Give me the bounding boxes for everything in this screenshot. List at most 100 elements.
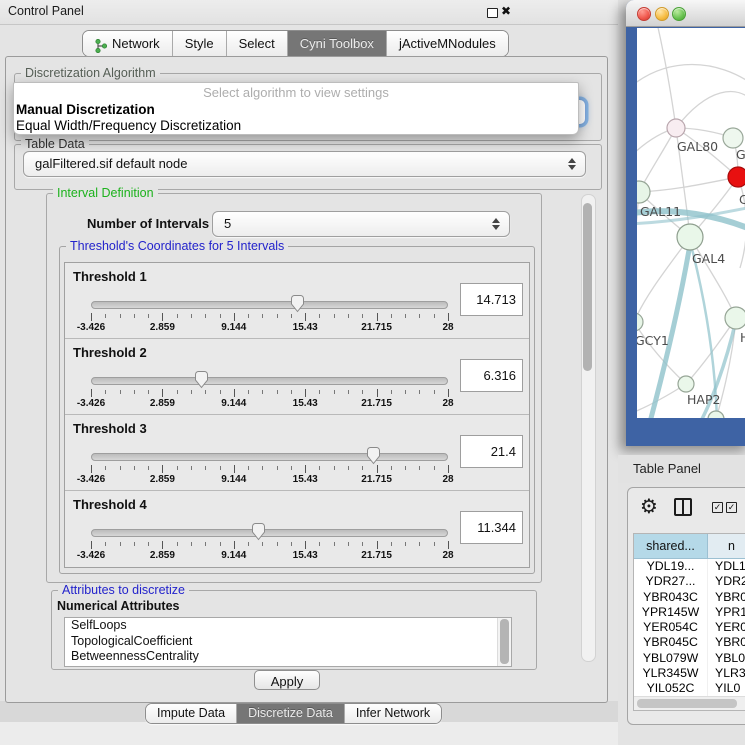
slider-track[interactable] [91,453,448,461]
table-row[interactable]: YER054CYER0 [634,620,745,635]
settings-scrollbar[interactable] [581,194,596,662]
apply-button[interactable]: Apply [254,670,320,690]
numerical-attributes-list[interactable]: SelfLoopsTopologicalCoefficientBetweenne… [64,617,512,667]
scrollbar-thumb[interactable] [500,619,509,664]
gear-icon[interactable]: ⚙ [640,494,658,519]
close-traffic-light[interactable] [637,7,651,21]
network-node-label: GAL4 [692,251,725,266]
list-item[interactable]: SelfLoops [65,618,511,634]
scrollbar-thumb[interactable] [637,699,737,708]
table-row[interactable]: YIL052CYIL0 [634,681,745,696]
cell-shared-name[interactable]: YBL079W [634,651,708,666]
tab-style[interactable]: Style [172,31,226,56]
threshold-label: Threshold 2 [73,345,147,360]
scrollbar-thumb[interactable] [583,203,592,371]
list-item[interactable]: TopologicalCoefficient [65,634,511,650]
table-row[interactable]: YLR345WYLR3 [634,666,745,681]
tab-network[interactable]: Network [83,31,172,56]
tick-label: 28 [442,398,453,409]
cell-shared-name[interactable]: YDL19... [634,559,708,574]
threshold-value-field[interactable]: 14.713 [460,283,523,316]
slider-track[interactable] [91,377,448,385]
cell-name[interactable]: YDL1 [708,559,745,574]
table-row[interactable]: YDR27...YDR2 [634,574,745,589]
network-node-label: H [740,330,745,345]
table-row[interactable]: YBL079WYBL0 [634,651,745,666]
popup-item-equal-width-frequency[interactable]: Equal Width/Frequency Discretization [14,118,578,134]
tick-mark [177,466,178,470]
cell-name[interactable]: YBL0 [708,651,745,666]
network-node[interactable] [723,128,743,148]
slider-track[interactable] [91,529,448,537]
cell-shared-name[interactable]: YBR045C [634,635,708,650]
attributes-scrollbar[interactable] [497,618,511,666]
cell-name[interactable]: YDR2 [708,574,745,589]
tab-cyni-toolbox[interactable]: Cyni Toolbox [287,31,386,56]
column-header-name[interactable]: n [708,534,745,558]
cell-name[interactable]: YBR0 [708,590,745,605]
tick-mark [148,542,149,546]
popup-item-manual-discretization[interactable]: Manual Discretization [14,102,578,118]
network-node[interactable] [677,224,703,250]
column-header-shared-name[interactable]: shared... [634,534,708,558]
network-node[interactable] [708,411,724,418]
tick-mark [319,466,320,470]
tab-impute-data[interactable]: Impute Data [146,704,236,723]
tab-select[interactable]: Select [226,31,287,56]
slider-thumb-icon[interactable] [366,447,381,465]
cell-shared-name[interactable]: YPR145W [634,605,708,620]
cell-shared-name[interactable]: YIL052C [634,681,708,696]
table-row[interactable]: YBR045CYBR0 [634,635,745,650]
float-window-icon[interactable] [487,8,498,18]
cell-name[interactable]: YER0 [708,620,745,635]
table-row[interactable]: YDL19...YDL1 [634,559,745,574]
cell-name[interactable]: YLR3 [708,666,745,681]
cell-shared-name[interactable]: YBR043C [634,590,708,605]
cell-name[interactable]: YPR1 [708,605,745,620]
tab-discretize-data[interactable]: Discretize Data [236,704,344,723]
tab-infer-network[interactable]: Infer Network [344,704,441,723]
table-row[interactable]: YPR145WYPR1 [634,605,745,620]
threshold-slider[interactable] [91,523,448,541]
threshold-value-field[interactable]: 21.4 [460,435,523,468]
threshold-slider[interactable] [91,371,448,389]
slider-thumb-icon[interactable] [194,371,209,389]
tick-mark [220,390,221,394]
slider-track[interactable] [91,301,448,309]
tick-mark [419,390,420,394]
slider-ticks [91,541,448,550]
network-node[interactable] [725,307,745,329]
minimize-traffic-light[interactable] [655,7,669,21]
threshold-value-field[interactable]: 6.316 [460,359,523,392]
network-node[interactable] [667,119,685,137]
network-canvas[interactable]: GAL80GACGAL11GAL4GCY1HHAP2 [637,28,745,418]
split-columns-icon[interactable] [674,498,692,516]
tab-jactivemnodules[interactable]: jActiveMNodules [386,31,508,56]
network-edge [657,28,676,128]
table-row[interactable]: YBR043CYBR0 [634,590,745,605]
close-icon[interactable]: ✖ [501,4,511,18]
cell-shared-name[interactable]: YLR345W [634,666,708,681]
table-data-combobox[interactable]: galFiltered.sif default node [23,151,586,177]
zoom-traffic-light[interactable] [672,7,686,21]
network-node[interactable] [678,376,694,392]
num-intervals-combobox[interactable]: 5 [212,211,510,237]
cell-shared-name[interactable]: YER054C [634,620,708,635]
cell-name[interactable]: YBR0 [708,635,745,650]
tick-mark [177,390,178,394]
cell-name[interactable]: YIL0 [708,681,745,696]
threshold-value-field[interactable]: 11.344 [460,511,523,544]
network-node[interactable] [728,167,745,187]
threshold-slider[interactable] [91,295,448,313]
slider-thumb-icon[interactable] [251,523,266,541]
tick-mark [205,390,206,394]
network-node[interactable] [637,181,650,203]
checkbox-icon[interactable]: ✓ [712,502,723,513]
list-item[interactable]: BetweennessCentrality [65,649,511,665]
threshold-slider[interactable] [91,447,448,465]
cell-shared-name[interactable]: YDR27... [634,574,708,589]
horizontal-scrollbar[interactable] [634,696,745,710]
network-node[interactable] [637,313,643,331]
slider-thumb-icon[interactable] [290,295,305,313]
checkbox-icon[interactable]: ✓ [726,502,737,513]
